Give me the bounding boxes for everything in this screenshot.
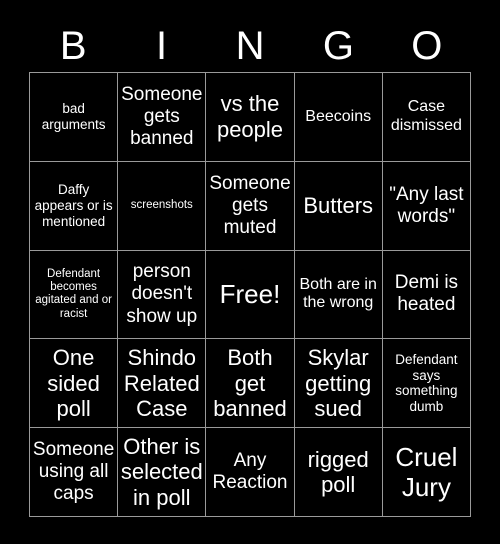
bingo-cell-r3-c1[interactable]: Defendant becomes agitated and or racist [30,250,118,339]
bingo-cell-r1-c1[interactable]: bad arguments [30,73,118,161]
bingo-cell-r4-c3[interactable]: Both get banned [206,339,294,428]
bingo-cell-r5-c4[interactable]: rigged poll [294,428,382,516]
bingo-cell-r2-c4[interactable]: Butters [294,161,382,250]
bingo-header-letter-n: N [235,24,265,68]
bingo-cell-r2-c3[interactable]: Someone gets muted [206,161,294,250]
bingo-cell-r2-c2[interactable]: screenshots [118,161,206,250]
bingo-cell-r1-c4[interactable]: Beecoins [294,73,382,161]
bingo-header-letter-b: B [59,24,87,68]
bingo-cell-r5-c2[interactable]: Other is selected in poll [118,428,206,516]
bingo-cell-r5-c1[interactable]: Someone using all caps [30,428,118,516]
bingo-header: BINGO [29,20,471,72]
bingo-cell-r4-c4[interactable]: Skylar getting sued [294,339,382,428]
bingo-cell-r1-c5[interactable]: Case dismissed [382,73,470,161]
bingo-cell-r5-c5[interactable]: Cruel Jury [382,428,470,516]
bingo-cell-r3-c4[interactable]: Both are in the wrong [294,250,382,339]
bingo-header-letter-g: G [322,24,354,68]
bingo-cell-r3-c5[interactable]: Demi is heated [382,250,470,339]
bingo-cell-r2-c5[interactable]: "Any last words" [382,161,470,250]
bingo-cell-r1-c2[interactable]: Someone gets banned [118,73,206,161]
bingo-cell-r3-c3[interactable]: Free! [206,250,294,339]
bingo-cell-r4-c2[interactable]: Shindo Related Case [118,339,206,428]
bingo-card: B I N G O bad arguments Someone gets banned vs… [0,0,500,544]
bingo-cell-r3-c2[interactable]: person doesn't show up [118,250,206,339]
bingo-cell-r2-c1[interactable]: Daffy appears or is mentioned [30,161,118,250]
bingo-grid: bad arguments Someone gets banned vs the p… [29,72,471,517]
bingo-cell-r4-c5[interactable]: Defendant says something dumb [382,339,470,428]
bingo-header-letter-i: I [156,24,168,68]
bingo-cell-r5-c3[interactable]: Any Reaction [206,428,294,516]
bingo-header-letter-o: O [411,24,443,68]
bingo-cell-r4-c1[interactable]: One sided poll [30,339,118,428]
bingo-cell-r1-c3[interactable]: vs the people [206,73,294,161]
